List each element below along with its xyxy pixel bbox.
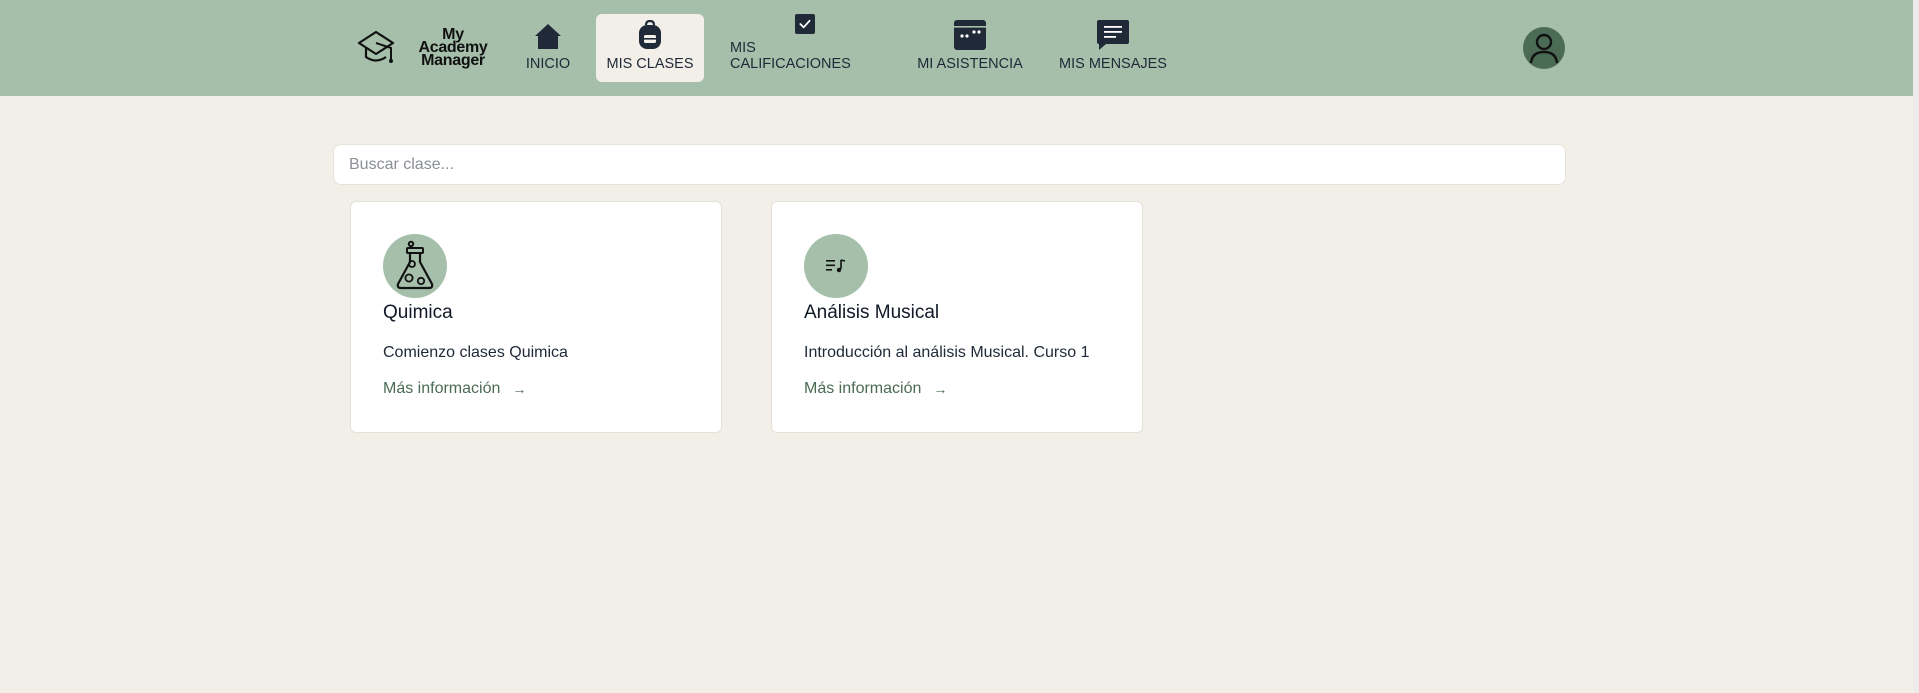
arrow-right-icon: → [512, 381, 527, 397]
class-title: Quimica [383, 302, 453, 323]
more-info-label: Más información [383, 380, 501, 397]
more-info-link[interactable]: Más información → [804, 380, 947, 398]
arrow-right-icon: → [933, 381, 948, 397]
class-description: Comienzo clases Quimica [383, 344, 568, 361]
music-list-icon [826, 259, 846, 273]
graduation-cap-icon [357, 30, 395, 63]
calendar-icon [954, 20, 986, 50]
class-title: Análisis Musical [804, 302, 940, 323]
class-card[interactable]: Análisis Musical Introducción al análisi… [771, 201, 1143, 433]
user-avatar[interactable] [1523, 27, 1565, 69]
user-icon [1529, 33, 1559, 64]
message-icon [1097, 20, 1129, 50]
more-info-label: Más información [804, 380, 922, 397]
search-input[interactable] [333, 144, 1566, 185]
flask-icon [396, 240, 434, 290]
nav-label: MI ASISTENCIA [917, 56, 1023, 72]
home-icon [535, 24, 561, 49]
class-card[interactable]: Quimica Comienzo clases Quimica Más info… [350, 201, 722, 433]
nav-item-mis-mensajes[interactable]: MIS MENSAJES [1058, 14, 1168, 82]
nav-label: MIS CALIFICACIONES [730, 40, 851, 72]
nav-label: MIS MENSAJES [1059, 56, 1167, 72]
nav-label: MIS CLASES [606, 56, 694, 72]
app-name: My Academy Manager [413, 27, 493, 69]
app-name-line: Manager [421, 52, 485, 69]
more-info-link[interactable]: Más información → [383, 380, 526, 398]
scrollbar[interactable] [1913, 0, 1919, 693]
nav-item-mi-asistencia[interactable]: MI ASISTENCIA [910, 14, 1030, 82]
class-description: Introducción al análisis Musical. Curso … [804, 344, 1090, 361]
nav-item-inicio[interactable]: INICIO [520, 14, 576, 82]
nav-item-mis-calificaciones[interactable]: MIS CALIFICACIONES [730, 14, 880, 82]
nav-item-mis-clases[interactable]: MIS CLASES [596, 14, 704, 82]
class-icon-circle [804, 234, 868, 298]
top-navbar: My Academy Manager INICIO MIS CLASES MIS… [0, 0, 1919, 96]
class-icon-circle [383, 234, 447, 298]
checkbox-icon [795, 14, 815, 34]
app-logo[interactable]: My Academy Manager [355, 26, 495, 72]
backpack-icon [639, 20, 661, 49]
nav-label: INICIO [525, 56, 571, 72]
